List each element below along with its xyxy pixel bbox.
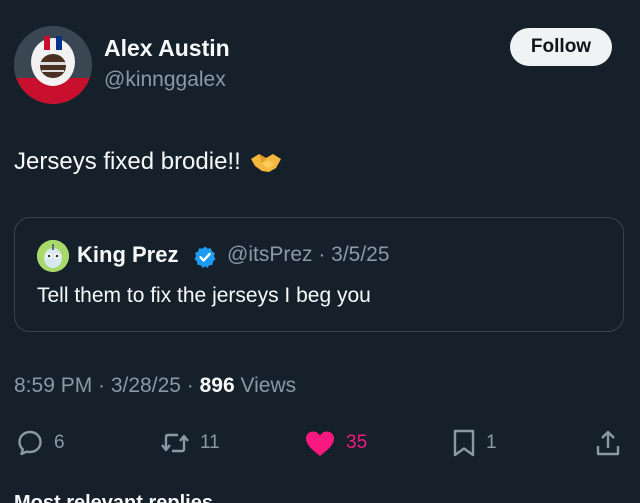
football-player-avatar-icon [14, 26, 92, 104]
bookmark-icon [453, 429, 475, 457]
author-name[interactable]: Alex Austin [104, 35, 230, 62]
repost-button[interactable]: 11 [160, 420, 220, 466]
robot-avatar-icon [37, 240, 69, 272]
tweet-timestamp[interactable]: 8:59 PM · 3/28/25 · [14, 374, 200, 397]
bookmark-button[interactable]: 1 [452, 420, 497, 466]
quoted-author-avatar[interactable] [37, 240, 69, 272]
quoted-tweet-card[interactable]: King Prez @itsPrez · 3/5/25 Tell them to… [14, 217, 624, 332]
follow-button[interactable]: Follow [510, 28, 612, 66]
like-count: 35 [346, 432, 368, 453]
bookmark-count: 1 [486, 432, 497, 453]
quoted-author-name[interactable]: King Prez [77, 242, 178, 268]
author-handle[interactable]: @kinnggalex [104, 68, 226, 92]
replies-section-heading: Most relevant replies [14, 492, 213, 503]
tweet-body: Jerseys fixed brodie!! [14, 148, 283, 176]
reply-button[interactable]: 6 [16, 420, 65, 466]
views-label: Views [234, 374, 297, 397]
reply-icon [18, 430, 42, 456]
quoted-tweet-text: Tell them to fix the jerseys I beg you [37, 284, 371, 307]
like-button[interactable]: 35 [304, 420, 367, 466]
share-button[interactable] [594, 420, 622, 466]
quoted-handle-date[interactable]: @itsPrez · 3/5/25 [227, 243, 390, 267]
verified-badge-icon [193, 245, 217, 269]
action-bar: 6 11 35 1 [0, 420, 640, 466]
views-count: 896 [199, 374, 235, 397]
reply-count: 6 [54, 432, 65, 453]
share-icon [596, 430, 620, 456]
tweet-text: Jerseys fixed brodie!! [14, 148, 241, 175]
repost-count: 11 [200, 432, 220, 453]
handshake-emoji-icon [249, 149, 283, 175]
heart-icon [306, 431, 334, 456]
author-avatar[interactable] [14, 26, 92, 104]
tweet-meta: 8:59 PM · 3/28/25 · 896 Views [14, 374, 296, 398]
repost-icon [161, 433, 189, 453]
